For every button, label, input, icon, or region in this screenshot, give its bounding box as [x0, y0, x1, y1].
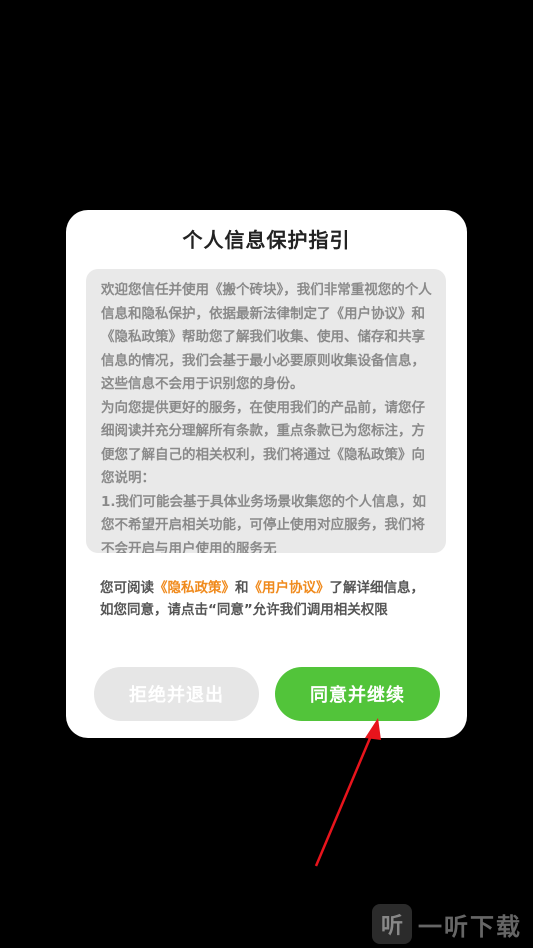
- watermark: 听 一听下载: [372, 904, 522, 944]
- policy-scroll-area[interactable]: 欢迎您信任并使用《搬个砖块》，我们非常重视您的个人信息和隐私保护，依据最新法律制…: [86, 269, 446, 553]
- watermark-text: 一听下载: [418, 912, 522, 941]
- notice-and: 和: [235, 580, 249, 596]
- agree-continue-button[interactable]: 同意并继续: [275, 667, 440, 721]
- policy-paragraph: 1.我们可能会基于具体业务场景收集您的个人信息，如您不希望开启相关功能，可停止使…: [101, 493, 427, 554]
- dialog-title: 个人信息保护指引: [182, 228, 351, 252]
- reject-exit-button[interactable]: 拒绝并退出: [94, 667, 259, 721]
- policy-text: 欢迎您信任并使用《搬个砖块》，我们非常重视您的个人信息和隐私保护，依据最新法律制…: [101, 279, 434, 553]
- policy-paragraph: 为向您提供更好的服务，在使用我们的产品前，请您仔细阅读并充分理解所有条款，重点条…: [101, 399, 425, 487]
- watermark-logo-icon: 听: [372, 904, 412, 944]
- privacy-dialog: 个人信息保护指引 欢迎您信任并使用《搬个砖块》，我们非常重视您的个人信息和隐私保…: [66, 210, 467, 738]
- policy-paragraph: 欢迎您信任并使用《搬个砖块》，我们非常重视您的个人信息和隐私保护，依据最新法律制…: [101, 282, 432, 392]
- consent-notice: 您可阅读《隐私政策》和《用户协议》了解详细信息，如您同意，请点击“同意”允许我们…: [100, 578, 437, 621]
- privacy-policy-link[interactable]: 《隐私政策》: [154, 580, 235, 596]
- user-agreement-link[interactable]: 《用户协议》: [249, 580, 330, 596]
- notice-prefix: 您可阅读: [100, 580, 154, 596]
